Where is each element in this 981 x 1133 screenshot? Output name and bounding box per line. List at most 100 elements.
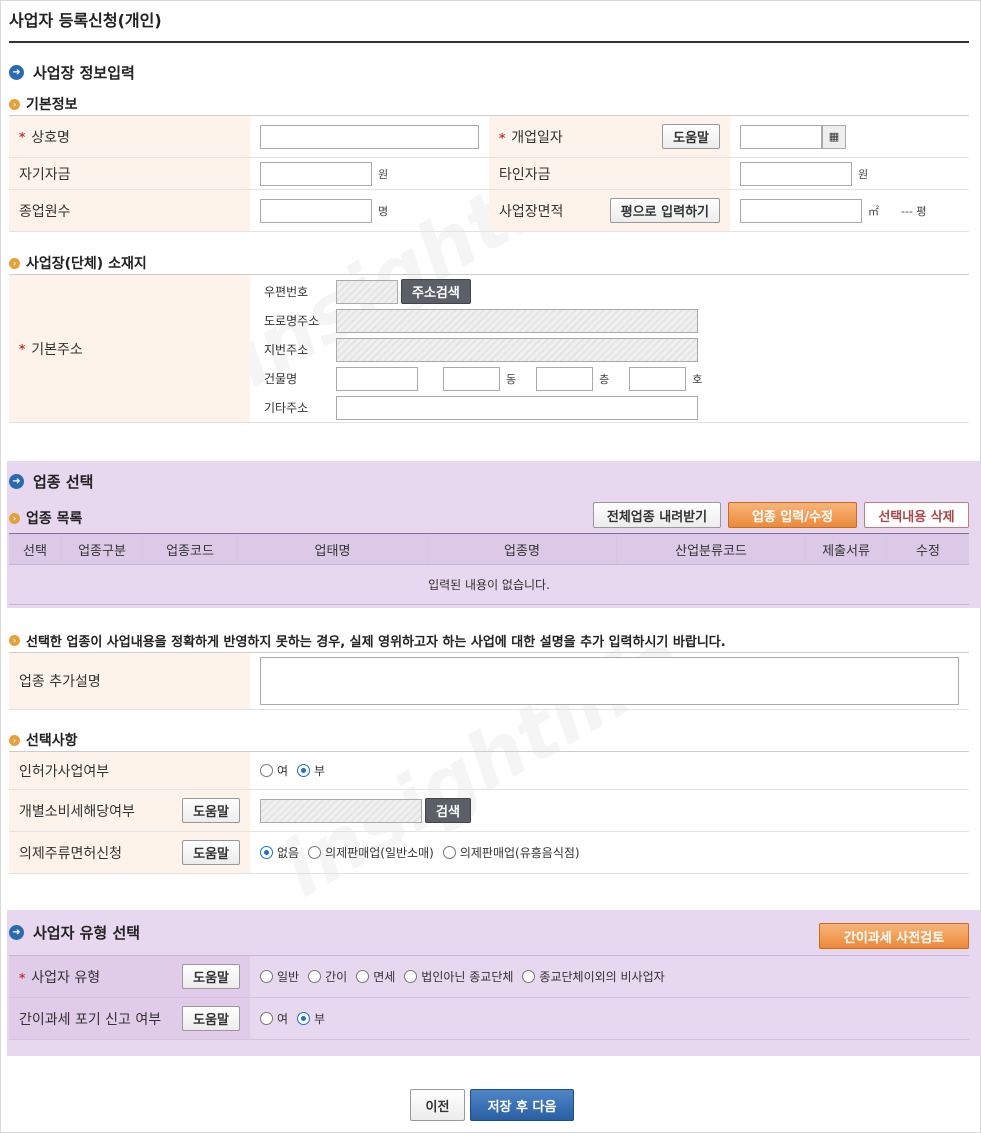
delete-selection-button[interactable]: 선택내용 삭제 bbox=[864, 502, 969, 528]
grid-empty-message: 입력된 내용이 없습니다. bbox=[9, 565, 969, 605]
radio-icon[interactable] bbox=[522, 970, 536, 983]
industry-notice: › 선택한 업종이 사업내용을 정확하게 반영하지 못하는 경우, 실제 영위하… bbox=[9, 631, 726, 650]
pyeong-input-button[interactable]: 평으로 입력하기 bbox=[609, 198, 720, 223]
table-row: 자기자금 원 타인자금 원 bbox=[9, 158, 969, 190]
radio-selected-icon[interactable] bbox=[297, 1012, 311, 1025]
table-row: * 기본주소 우편번호 주소검색 도로명주소 지번주소 건물명 동 층 호 기타… bbox=[9, 275, 969, 423]
building-name-input[interactable] bbox=[336, 366, 418, 391]
arrow-circle-icon: ➜ bbox=[9, 474, 24, 489]
postcode-field[interactable] bbox=[336, 279, 398, 304]
excise-help-button[interactable]: 도움말 bbox=[182, 798, 240, 823]
ho-input[interactable] bbox=[629, 366, 687, 391]
extra-desc-textarea[interactable] bbox=[260, 657, 959, 705]
dong-input[interactable] bbox=[443, 366, 500, 391]
type-option-general[interactable]: 일반 bbox=[260, 968, 299, 985]
area-input[interactable] bbox=[740, 198, 862, 223]
waiver-help-button[interactable]: 도움말 bbox=[182, 1006, 240, 1031]
license-no-option[interactable]: 부 bbox=[297, 762, 325, 779]
arrow-circle-icon: ➜ bbox=[9, 925, 24, 940]
simplified-tax-precheck-button[interactable]: 간이과세 사전검토 bbox=[819, 923, 969, 949]
section-business-type-header: ➜ 사업자 유형 선택 bbox=[9, 922, 140, 943]
type-option-religious[interactable]: 법인아닌 종교단체 bbox=[404, 968, 513, 985]
table-row: 개별소비세해당여부 도움말 검색 bbox=[9, 790, 969, 832]
extra-desc-table: 업종 추가설명 bbox=[9, 652, 969, 710]
basic-address-label: * 기본주소 bbox=[9, 275, 250, 422]
pyeong-value: --- 평 bbox=[901, 204, 927, 218]
type-option-simplified[interactable]: 간이 bbox=[308, 968, 347, 985]
employees-input[interactable] bbox=[260, 198, 372, 223]
waiver-yes-option[interactable]: 여 bbox=[260, 1010, 288, 1027]
license-yes-option[interactable]: 여 bbox=[260, 762, 288, 779]
excise-label: 개별소비세해당여부 도움말 bbox=[9, 790, 250, 831]
section-industry-header: ➜ 업종 선택 bbox=[9, 471, 93, 492]
save-next-button[interactable]: 저장 후 다음 bbox=[470, 1089, 574, 1121]
radio-selected-icon[interactable] bbox=[297, 764, 311, 777]
radio-selected-icon[interactable] bbox=[260, 846, 273, 859]
industry-grid: 선택 업종구분 업종코드 업태명 업종명 산업분류코드 제출서류 수정 입력된 … bbox=[9, 533, 969, 605]
basic-info-table: * 상호명 * 개업일자 도움말 ▦ 자기자금 원 타인자금 원 종업원수 명 사업… bbox=[9, 115, 969, 232]
liquor-entertain-option[interactable]: 의제판매업(유흥음식점) bbox=[442, 844, 580, 861]
extra-desc-label: 업종 추가설명 bbox=[9, 653, 250, 709]
business-type-help-button[interactable]: 도움말 bbox=[182, 964, 240, 989]
type-option-non-business[interactable]: 종교단체이외의 비사업자 bbox=[522, 968, 665, 985]
calendar-icon[interactable]: ▦ bbox=[822, 124, 846, 149]
radio-icon[interactable] bbox=[260, 1012, 273, 1025]
bullet-icon: › bbox=[9, 257, 20, 269]
address-fields: 우편번호 주소검색 도로명주소 지번주소 건물명 동 층 호 기타주소 bbox=[250, 275, 969, 422]
bullet-icon: › bbox=[9, 635, 20, 646]
table-row: * 상호명 * 개업일자 도움말 ▦ bbox=[9, 116, 969, 158]
section-business-info-header: ➜ 사업장 정보입력 bbox=[9, 62, 135, 83]
radio-icon[interactable] bbox=[308, 846, 322, 859]
subsection-basic-info-header: › 기본정보 bbox=[9, 94, 78, 114]
radio-icon[interactable] bbox=[404, 970, 418, 983]
other-capital-label: 타인자금 bbox=[489, 158, 730, 189]
area-label: 사업장면적 평으로 입력하기 bbox=[489, 190, 730, 231]
radio-icon[interactable] bbox=[308, 970, 322, 983]
license-label: 인허가사업여부 bbox=[9, 752, 250, 789]
trade-name-input[interactable] bbox=[260, 124, 479, 149]
grid-header: 선택 업종구분 업종코드 업태명 업종명 산업분류코드 제출서류 수정 bbox=[9, 533, 969, 565]
road-address-field[interactable] bbox=[336, 308, 698, 333]
industry-toolbar: 전체업종 내려받기 업종 입력/수정 선택내용 삭제 bbox=[593, 502, 969, 528]
type-option-exempt[interactable]: 면세 bbox=[356, 968, 395, 985]
open-date-label: * 개업일자 도움말 bbox=[489, 116, 730, 157]
other-address-input[interactable] bbox=[336, 395, 698, 420]
liquor-none-option[interactable]: 없음 bbox=[260, 844, 299, 861]
download-all-industries-button[interactable]: 전체업종 내려받기 bbox=[593, 502, 721, 528]
radio-icon[interactable] bbox=[260, 970, 273, 983]
bullet-icon: › bbox=[9, 734, 20, 746]
subsection-location-header: › 사업장(단체) 소재지 bbox=[9, 253, 147, 273]
table-row: 종업원수 명 사업장면적 평으로 입력하기 ㎡ --- 평 bbox=[9, 190, 969, 232]
liquor-general-option[interactable]: 의제판매업(일반소매) bbox=[308, 844, 434, 861]
other-capital-input[interactable] bbox=[740, 161, 852, 186]
subsection-options-header: › 선택사항 bbox=[9, 730, 78, 750]
trade-name-label: * 상호명 bbox=[9, 116, 250, 157]
industry-edit-button[interactable]: 업종 입력/수정 bbox=[728, 502, 857, 528]
waiver-label: 간이과세 포기 신고 여부 도움말 bbox=[9, 998, 250, 1039]
prev-button[interactable]: 이전 bbox=[410, 1089, 465, 1121]
lot-address-field[interactable] bbox=[336, 337, 698, 362]
table-row: 의제주류면허신청 도움말 없음 의제판매업(일반소매) 의제판매업(유흥음식점) bbox=[9, 832, 969, 874]
waiver-no-option[interactable]: 부 bbox=[297, 1010, 325, 1027]
excise-field[interactable] bbox=[260, 798, 422, 823]
radio-icon[interactable] bbox=[442, 846, 456, 859]
address-search-button[interactable]: 주소검색 bbox=[401, 279, 471, 304]
own-capital-input[interactable] bbox=[260, 161, 372, 186]
page-title: 사업자 등록신청(개인) bbox=[9, 11, 162, 30]
own-capital-label: 자기자금 bbox=[9, 158, 250, 189]
radio-icon[interactable] bbox=[356, 970, 370, 983]
table-row: 업종 추가설명 bbox=[9, 653, 969, 710]
excise-search-button[interactable]: 검색 bbox=[425, 798, 471, 823]
radio-icon[interactable] bbox=[260, 764, 273, 777]
business-type-table: * 사업자 유형 도움말 일반 간이 면세 법인아닌 종교단체 종교단체이외의 비… bbox=[9, 955, 969, 1040]
liquor-help-button[interactable]: 도움말 bbox=[182, 840, 240, 865]
business-type-label: * 사업자 유형 도움말 bbox=[9, 956, 250, 997]
table-row: 간이과세 포기 신고 여부 도움말 여 부 bbox=[9, 998, 969, 1040]
floor-input[interactable] bbox=[536, 366, 594, 391]
open-date-help-button[interactable]: 도움말 bbox=[662, 124, 720, 149]
bullet-icon: › bbox=[9, 512, 20, 524]
employees-label: 종업원수 bbox=[9, 190, 250, 231]
bullet-icon: › bbox=[9, 98, 20, 110]
open-date-input[interactable] bbox=[740, 124, 822, 149]
options-table: 인허가사업여부 여 부 개별소비세해당여부 도움말 검색 의제주류면허신청 도움… bbox=[9, 751, 969, 874]
